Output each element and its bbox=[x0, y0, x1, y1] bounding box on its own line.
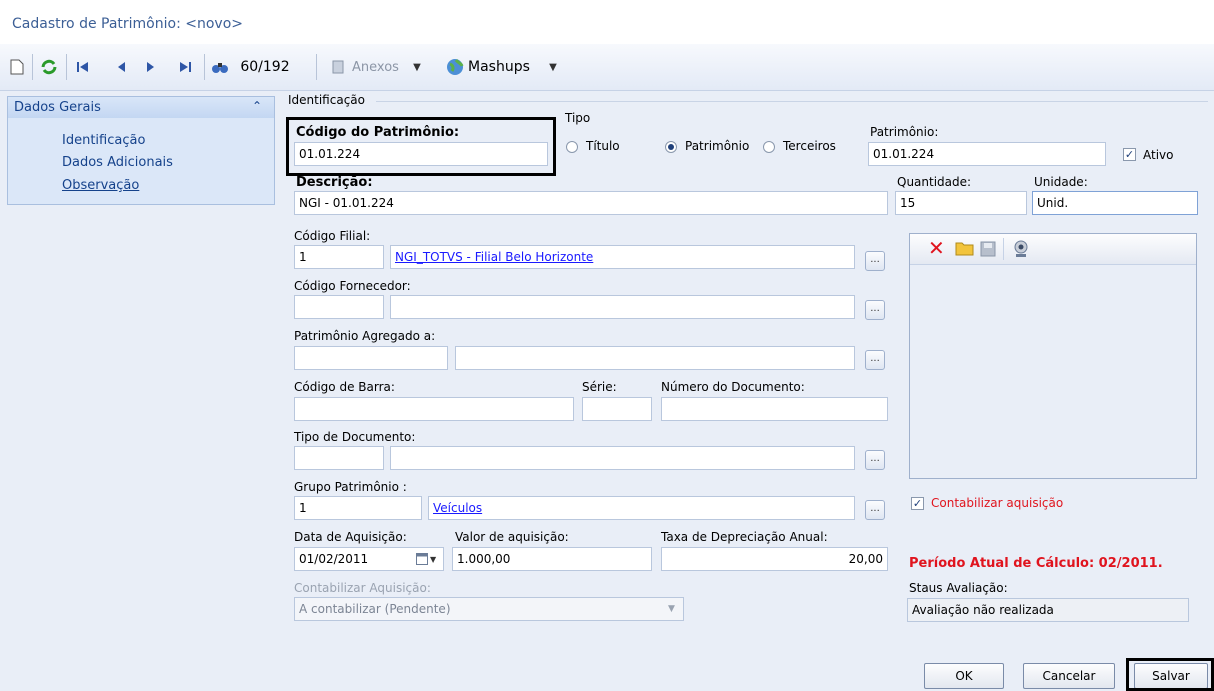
numero-documento-input[interactable] bbox=[661, 397, 888, 421]
taxa-depreciacao-label: Taxa de Depreciação Anual: bbox=[661, 530, 828, 544]
anexos-button[interactable]: Anexos bbox=[352, 56, 408, 78]
unidade-input[interactable]: Unid. bbox=[1032, 191, 1198, 215]
ok-button[interactable]: OK bbox=[924, 663, 1004, 689]
webcam-icon[interactable] bbox=[1012, 240, 1030, 261]
cancel-button[interactable]: Cancelar bbox=[1023, 663, 1115, 689]
image-toolbar bbox=[910, 234, 1196, 265]
title-bar: Cadastro de Patrimônio: <novo> bbox=[0, 0, 1214, 44]
calendar-icon[interactable]: ▼ bbox=[416, 552, 440, 566]
nav-header[interactable]: Dados Gerais ⌃ bbox=[7, 96, 275, 120]
patrimonio-input[interactable]: 01.01.224 bbox=[868, 142, 1106, 166]
serie-label: Série: bbox=[582, 380, 617, 394]
previous-record-icon[interactable] bbox=[112, 56, 130, 78]
nav-header-label: Dados Gerais bbox=[14, 100, 101, 115]
mashups-dropdown-icon[interactable]: ▼ bbox=[546, 56, 560, 78]
tipo-documento-name-input[interactable] bbox=[390, 446, 855, 470]
codigo-barra-input[interactable] bbox=[294, 397, 574, 421]
grupo-name-link[interactable]: Veículos bbox=[428, 496, 855, 520]
tipo-documento-code-input[interactable] bbox=[294, 446, 384, 470]
fornecedor-name-input[interactable] bbox=[390, 295, 855, 319]
first-record-icon[interactable] bbox=[74, 56, 92, 78]
group-title: Identificação bbox=[288, 93, 365, 107]
last-record-icon[interactable] bbox=[176, 56, 194, 78]
delete-icon[interactable]: ✕ bbox=[928, 238, 945, 258]
filial-name-link[interactable]: NGI_TOTVS - Filial Belo Horizonte bbox=[390, 245, 855, 269]
valor-aquisicao-label: Valor de aquisição: bbox=[455, 530, 569, 544]
image-panel bbox=[909, 233, 1197, 479]
codigo-barra-label: Código de Barra: bbox=[294, 380, 395, 394]
globe-icon bbox=[444, 56, 466, 78]
collapse-icon[interactable]: ⌃ bbox=[252, 99, 262, 113]
radio-patrimonio-label: Patrimônio bbox=[685, 139, 750, 153]
filial-lookup-button[interactable]: ... bbox=[865, 251, 885, 271]
agregado-lookup-button[interactable]: ... bbox=[865, 350, 885, 370]
serie-input[interactable] bbox=[582, 397, 652, 421]
radio-terceiros[interactable] bbox=[763, 141, 775, 153]
ativo-checkbox[interactable]: ✓ bbox=[1123, 148, 1136, 161]
grupo-lookup-button[interactable]: ... bbox=[865, 500, 885, 520]
tipo-label: Tipo bbox=[565, 111, 591, 125]
mashups-button[interactable]: Mashups bbox=[468, 56, 532, 78]
agregado-name-input[interactable] bbox=[455, 346, 855, 370]
chevron-down-icon: ▼ bbox=[668, 604, 675, 614]
grupo-label: Grupo Patrimônio : bbox=[294, 480, 407, 494]
codigo-highlight bbox=[286, 117, 556, 176]
fornecedor-lookup-button[interactable]: ... bbox=[865, 300, 885, 320]
unidade-label: Unidade: bbox=[1034, 175, 1088, 189]
save-icon bbox=[980, 241, 996, 260]
contabilizar-checkbox-label: Contabilizar aquisição bbox=[931, 496, 1064, 510]
patrimonio-label: Patrimônio: bbox=[870, 125, 939, 139]
codigo-filial-input[interactable]: 1 bbox=[294, 245, 384, 269]
status-avaliacao-label: Staus Avaliação: bbox=[909, 581, 1008, 595]
periodo-atual-label: Período Atual de Cálculo: 02/2011. bbox=[909, 556, 1163, 571]
open-folder-icon[interactable] bbox=[955, 240, 975, 259]
descricao-label: Descrição: bbox=[296, 175, 373, 190]
paperclip-icon bbox=[328, 56, 350, 78]
agregado-code-input[interactable] bbox=[294, 346, 448, 370]
new-document-icon[interactable] bbox=[8, 56, 26, 78]
status-avaliacao-input: Avaliação não realizada bbox=[907, 598, 1189, 622]
nav-item-identificacao[interactable]: Identificação bbox=[62, 133, 145, 148]
contabilizar-aquisicao-label: Contabilizar Aquisição: bbox=[294, 581, 431, 595]
radio-patrimonio[interactable] bbox=[665, 141, 677, 153]
radio-titulo[interactable] bbox=[566, 141, 578, 153]
save-highlight bbox=[1126, 658, 1214, 691]
ativo-label: Ativo bbox=[1143, 148, 1174, 162]
nav-item-dados-adicionais[interactable]: Dados Adicionais bbox=[62, 155, 173, 170]
agregado-label: Patrimônio Agregado a: bbox=[294, 329, 436, 343]
contabilizar-checkbox[interactable]: ✓ bbox=[911, 497, 924, 510]
numero-documento-label: Número do Documento: bbox=[661, 380, 805, 394]
radio-terceiros-label: Terceiros bbox=[783, 139, 836, 153]
data-aquisicao-label: Data de Aquisição: bbox=[294, 530, 407, 544]
grupo-code-input[interactable]: 1 bbox=[294, 496, 422, 520]
descricao-input[interactable]: NGI - 01.01.224 bbox=[294, 191, 888, 215]
codigo-filial-label: Código Filial: bbox=[294, 229, 371, 243]
data-aquisicao-value: 01/02/2011 bbox=[299, 552, 369, 566]
quantidade-label: Quantidade: bbox=[897, 175, 972, 189]
tipo-documento-lookup-button[interactable]: ... bbox=[865, 450, 885, 470]
radio-titulo-label: Título bbox=[586, 139, 620, 153]
contabilizar-aquisicao-select[interactable]: A contabilizar (Pendente) bbox=[294, 597, 684, 621]
window-title: Cadastro de Patrimônio: <novo> bbox=[12, 16, 243, 32]
binoculars-icon[interactable] bbox=[210, 56, 230, 78]
taxa-depreciacao-input[interactable]: 20,00 bbox=[661, 547, 888, 571]
refresh-icon[interactable] bbox=[38, 56, 60, 78]
codigo-fornecedor-input[interactable] bbox=[294, 295, 384, 319]
nav-item-observacao[interactable]: Observação bbox=[62, 178, 139, 193]
image-toolbar-divider bbox=[1003, 238, 1004, 260]
quantidade-input[interactable]: 15 bbox=[895, 191, 1027, 215]
anexos-dropdown-icon[interactable]: ▼ bbox=[410, 56, 424, 78]
next-record-icon[interactable] bbox=[142, 56, 160, 78]
valor-aquisicao-input[interactable]: 1.000,00 bbox=[452, 547, 652, 571]
toolbar: 60/192 Anexos ▼ Mashups ▼ bbox=[0, 44, 1214, 91]
group-divider bbox=[376, 101, 1208, 102]
tipo-documento-label: Tipo de Documento: bbox=[294, 430, 416, 444]
record-position: 60/192 bbox=[240, 59, 290, 75]
codigo-fornecedor-label: Código Fornecedor: bbox=[294, 279, 411, 293]
